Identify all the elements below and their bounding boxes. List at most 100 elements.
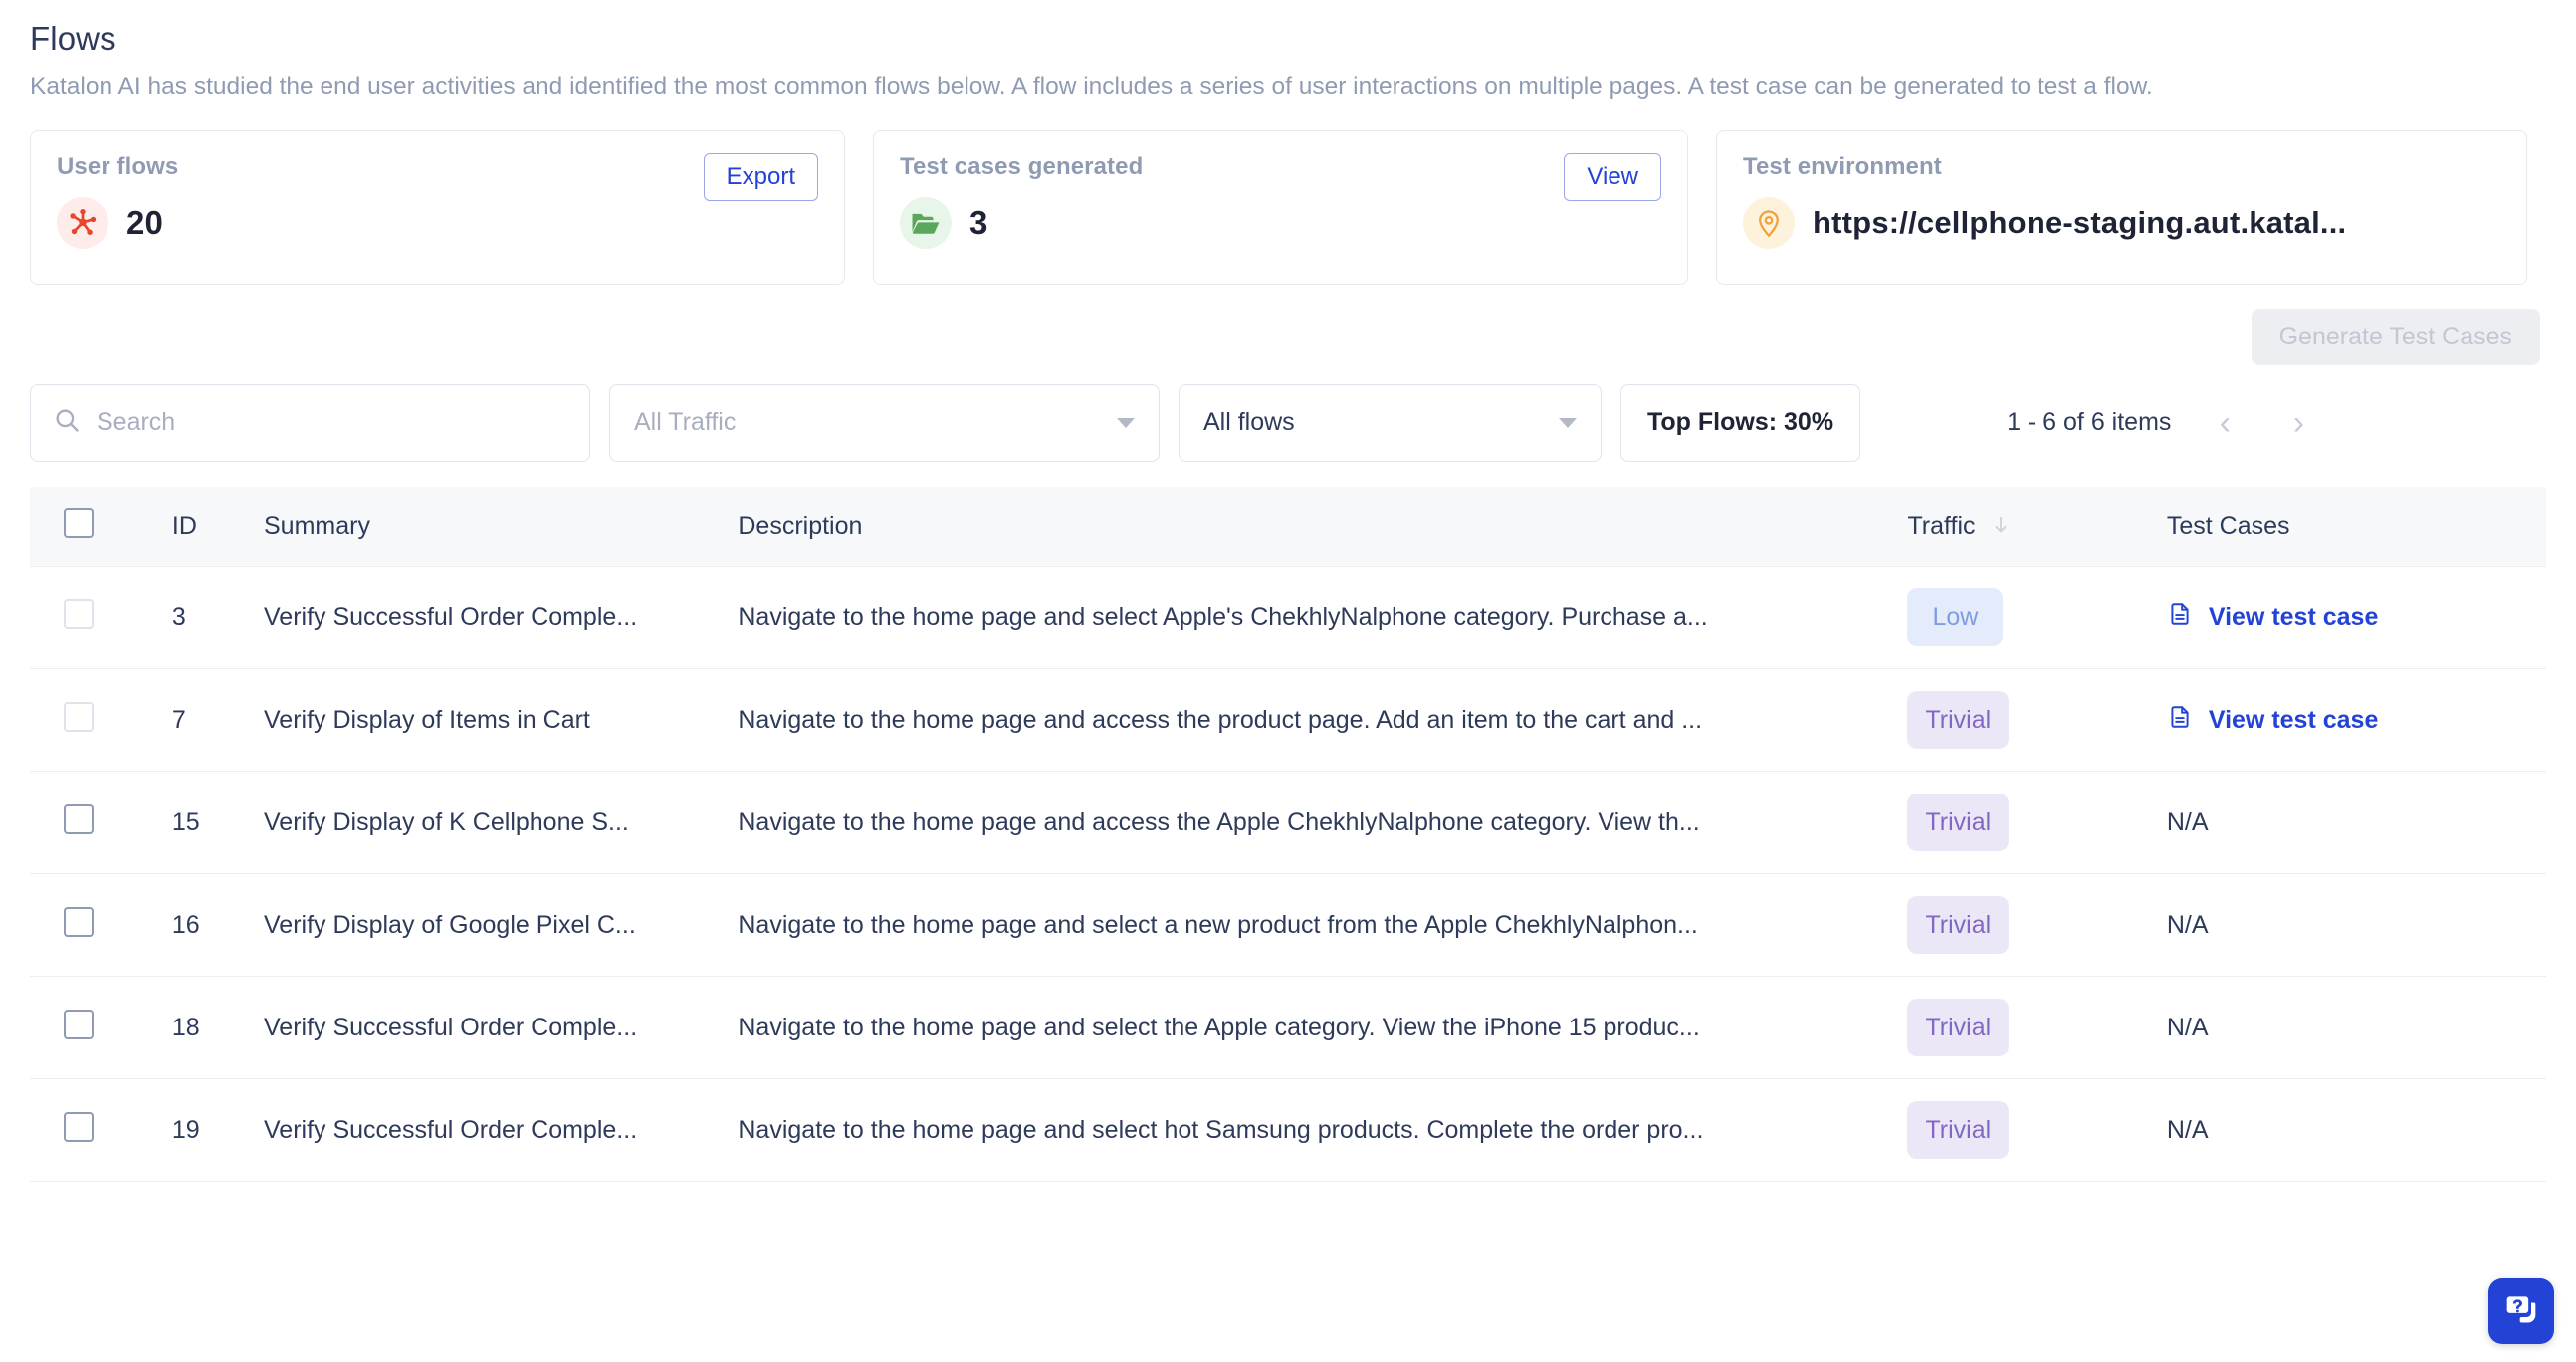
view-test-case-label: View test case xyxy=(2208,602,2379,631)
pagination-next-button[interactable]: › xyxy=(2278,403,2318,443)
cell-traffic: Low xyxy=(1907,566,2167,669)
cell-summary: Verify Display of K Cellphone S... xyxy=(264,771,739,874)
table-row[interactable]: 7 Verify Display of Items in Cart Navigate… xyxy=(30,668,2546,772)
view-test-case-label: View test case xyxy=(2208,705,2379,734)
user-flows-body: 20 xyxy=(57,196,818,249)
traffic-badge: Trivial xyxy=(1907,999,2010,1056)
table-body: 3 Verify Successful Order Comple... Naviga… xyxy=(30,566,2546,1182)
column-header-summary[interactable]: Summary xyxy=(264,486,739,567)
row-select-cell xyxy=(30,566,172,669)
flows-filter-value: All flows xyxy=(1203,408,1295,436)
cell-test-cases: N/A xyxy=(2166,976,2546,1079)
cell-description: Navigate to the home page and select a n… xyxy=(738,873,1908,977)
pagination: 1 - 6 of 6 items ‹ › xyxy=(2007,403,2318,443)
flows-filter-select[interactable]: All flows xyxy=(1179,383,1602,462)
traffic-badge: Trivial xyxy=(1907,691,2010,749)
search-input[interactable] xyxy=(97,408,567,437)
folder-icon xyxy=(900,196,952,249)
cell-description: Navigate to the home page and select App… xyxy=(738,566,1908,669)
flows-table: ID Summary Description Traffic Test Case… xyxy=(30,486,2546,1182)
search-icon xyxy=(53,406,81,439)
row-checkbox[interactable] xyxy=(64,1009,94,1039)
traffic-badge: Trivial xyxy=(1907,1101,2010,1159)
chevron-down-icon xyxy=(1559,417,1577,428)
table-row[interactable]: 3 Verify Successful Order Comple... Naviga… xyxy=(30,566,2546,669)
table-row[interactable]: 16 Verify Display of Google Pixel C... Nav… xyxy=(30,873,2546,977)
test-environment-url: https://cellphone-staging.aut.katal... xyxy=(1813,204,2347,240)
sort-desc-arrow-icon xyxy=(1995,516,2007,533)
user-flows-card: User flows Export 20 xyxy=(30,129,845,285)
cell-description: Navigate to the home page and select the… xyxy=(738,976,1908,1079)
row-checkbox[interactable] xyxy=(64,906,94,937)
test-environment-card: Test environment https://cellphone-stagi… xyxy=(1716,129,2527,285)
pagination-prev-button[interactable]: ‹ xyxy=(2205,403,2245,443)
summary-cards: User flows Export 20 Test cases generate… xyxy=(30,129,2546,285)
generate-test-cases-button[interactable]: Generate Test Cases xyxy=(2251,308,2540,365)
table-row[interactable]: 18 Verify Successful Order Comple... Navig… xyxy=(30,976,2546,1079)
test-case-na: N/A xyxy=(2166,807,2209,836)
test-cases-generated-label: Test cases generated xyxy=(900,152,1144,180)
document-icon xyxy=(2167,704,2193,737)
test-case-na: N/A xyxy=(2166,910,2209,939)
chevron-down-icon xyxy=(1117,417,1135,428)
user-flows-value: 20 xyxy=(126,203,164,241)
column-header-id[interactable]: ID xyxy=(171,486,264,567)
document-icon xyxy=(2167,601,2193,634)
cell-summary: Verify Successful Order Comple... xyxy=(264,976,739,1079)
cell-traffic: Trivial xyxy=(1907,976,2167,1079)
view-button[interactable]: View xyxy=(1564,152,1661,201)
flow-network-icon xyxy=(57,196,108,249)
traffic-badge: Trivial xyxy=(1907,896,2010,954)
test-cases-generated-value: 3 xyxy=(969,203,988,241)
cell-id: 3 xyxy=(171,566,264,669)
cell-test-cases: N/A xyxy=(2166,771,2546,874)
page-description: Katalon AI has studied the end user acti… xyxy=(30,73,2153,101)
top-flows-button[interactable]: Top Flows: 30% xyxy=(1620,383,1861,462)
row-select-cell xyxy=(30,873,172,977)
test-cases-generated-card: Test cases generated View 3 xyxy=(873,129,1688,285)
row-checkbox[interactable] xyxy=(64,598,94,629)
cell-id: 7 xyxy=(171,668,264,772)
view-test-case-link[interactable]: View test case xyxy=(2167,704,2378,737)
row-checkbox[interactable] xyxy=(64,803,94,834)
column-header-traffic[interactable]: Traffic xyxy=(1907,486,2167,567)
cell-description: Navigate to the home page and access the… xyxy=(738,771,1908,874)
select-all-header xyxy=(30,486,172,567)
help-chat-button[interactable] xyxy=(2488,1278,2554,1344)
traffic-filter-select[interactable]: All Traffic xyxy=(609,383,1160,462)
location-pin-icon xyxy=(1743,196,1795,249)
cell-summary: Verify Display of Google Pixel C... xyxy=(264,873,739,977)
pagination-range: 1 - 6 of 6 items xyxy=(2007,408,2172,436)
cell-test-cases: N/A xyxy=(2166,1078,2546,1182)
filters-toolbar: All Traffic All flows Top Flows: 30% 1 -… xyxy=(30,383,2546,462)
cell-traffic: Trivial xyxy=(1907,1078,2167,1182)
column-header-test-cases[interactable]: Test Cases xyxy=(2166,486,2546,567)
generate-row: Generate Test Cases xyxy=(30,308,2546,365)
page-title: Flows xyxy=(30,20,116,57)
row-checkbox[interactable] xyxy=(64,701,94,732)
table-row[interactable]: 15 Verify Display of K Cellphone S... Navi… xyxy=(30,771,2546,874)
column-header-description[interactable]: Description xyxy=(738,486,1908,567)
help-chat-icon xyxy=(2501,1289,2541,1334)
search-field[interactable] xyxy=(30,383,590,462)
row-checkbox[interactable] xyxy=(64,1111,94,1142)
table-row[interactable]: 19 Verify Successful Order Comple... Navig… xyxy=(30,1078,2546,1182)
cell-id: 18 xyxy=(171,976,264,1079)
column-header-traffic-label: Traffic xyxy=(1907,511,1976,540)
flows-page: Flows Katalon AI has studied the end use… xyxy=(0,0,2576,1362)
table-header-row: ID Summary Description Traffic Test Case… xyxy=(30,486,2546,567)
test-case-na: N/A xyxy=(2166,1115,2209,1144)
traffic-badge: Trivial xyxy=(1907,794,2010,851)
table-head: ID Summary Description Traffic Test Case… xyxy=(30,486,2546,567)
cell-traffic: Trivial xyxy=(1907,668,2167,772)
test-cases-generated-body: 3 xyxy=(900,196,1661,249)
traffic-badge: Low xyxy=(1907,588,2004,646)
select-all-checkbox[interactable] xyxy=(64,507,94,538)
export-button[interactable]: Export xyxy=(703,152,818,201)
cell-id: 19 xyxy=(171,1078,264,1182)
cell-test-cases: View test case xyxy=(2166,566,2546,669)
row-select-cell xyxy=(30,1078,172,1182)
view-test-case-link[interactable]: View test case xyxy=(2167,601,2378,634)
test-environment-label: Test environment xyxy=(1743,152,1942,180)
row-select-cell xyxy=(30,976,172,1079)
